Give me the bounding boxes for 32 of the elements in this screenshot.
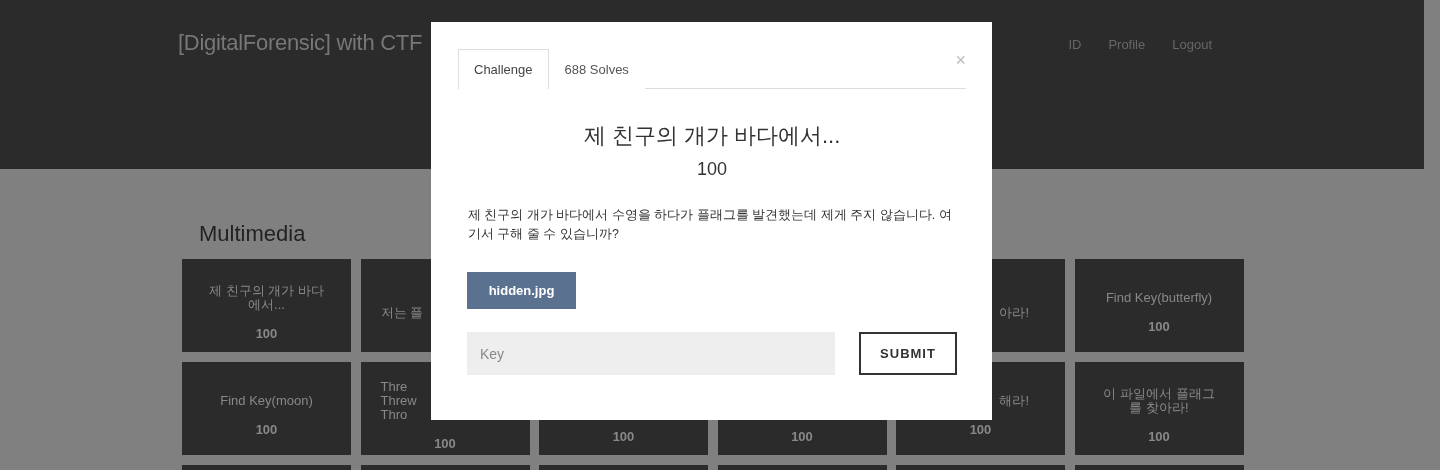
challenge-card[interactable]: Find Key(moon) 100 [182, 362, 351, 455]
challenge-points: 100 [791, 429, 813, 444]
challenge-title: 저는 플 [379, 305, 425, 320]
site-title[interactable]: [DigitalForensic] with CTF [178, 30, 423, 56]
challenge-description: 제 친구의 개가 바다에서 수영을 하다가 플래그를 발견했는데 제게 주지 않습니다. 여기서 구해 줄 수 있습니까? [468, 207, 953, 243]
nav-link[interactable]: Profile [1108, 37, 1146, 52]
challenge-points: 100 [1148, 319, 1170, 334]
challenge-title: 제 친구의 개가 바다 에서... [208, 284, 325, 312]
challenge-title: 이 파일에서 플래그 를 찾아라! [1102, 387, 1216, 415]
key-input[interactable]: Key [467, 332, 835, 375]
challenge-title: 아라! [998, 305, 1030, 320]
submit-button[interactable]: SUBMIT [859, 332, 957, 375]
challenge-value: 100 [695, 159, 728, 180]
dialog-tab[interactable]: Challenge [458, 49, 549, 89]
challenge-title: 해라! [998, 394, 1030, 408]
challenge-points: 100 [255, 422, 278, 437]
challenge-card[interactable]: 이 파일에서 플래그 를 찾아라! 100 [1074, 362, 1244, 455]
challenge-points: 100 [434, 436, 456, 451]
challenge-points: 100 [612, 429, 635, 444]
challenge-title: Find Key(butterfly) [1104, 291, 1214, 305]
nav-link[interactable]: ID [1068, 37, 1082, 52]
challenge-title: Thre Threw Thro [379, 380, 418, 422]
challenge-card[interactable]: Find Key(butterfly) 100 [1074, 259, 1244, 352]
category-heading: Multimedia [199, 221, 306, 247]
challenge-card[interactable]: 제 친구의 개가 바다 에서... 100 [182, 259, 351, 352]
challenge-points: 100 [255, 326, 278, 341]
challenge-points: 100 [1148, 429, 1170, 444]
challenge-name: 제 친구의 개가 바다에서... [582, 122, 842, 150]
file-download-button[interactable]: hidden.jpg [467, 272, 576, 309]
nav-link[interactable]: Logout [1172, 37, 1212, 52]
challenge-points: 100 [969, 422, 992, 437]
challenge-title: Find Key(moon) [219, 394, 314, 408]
